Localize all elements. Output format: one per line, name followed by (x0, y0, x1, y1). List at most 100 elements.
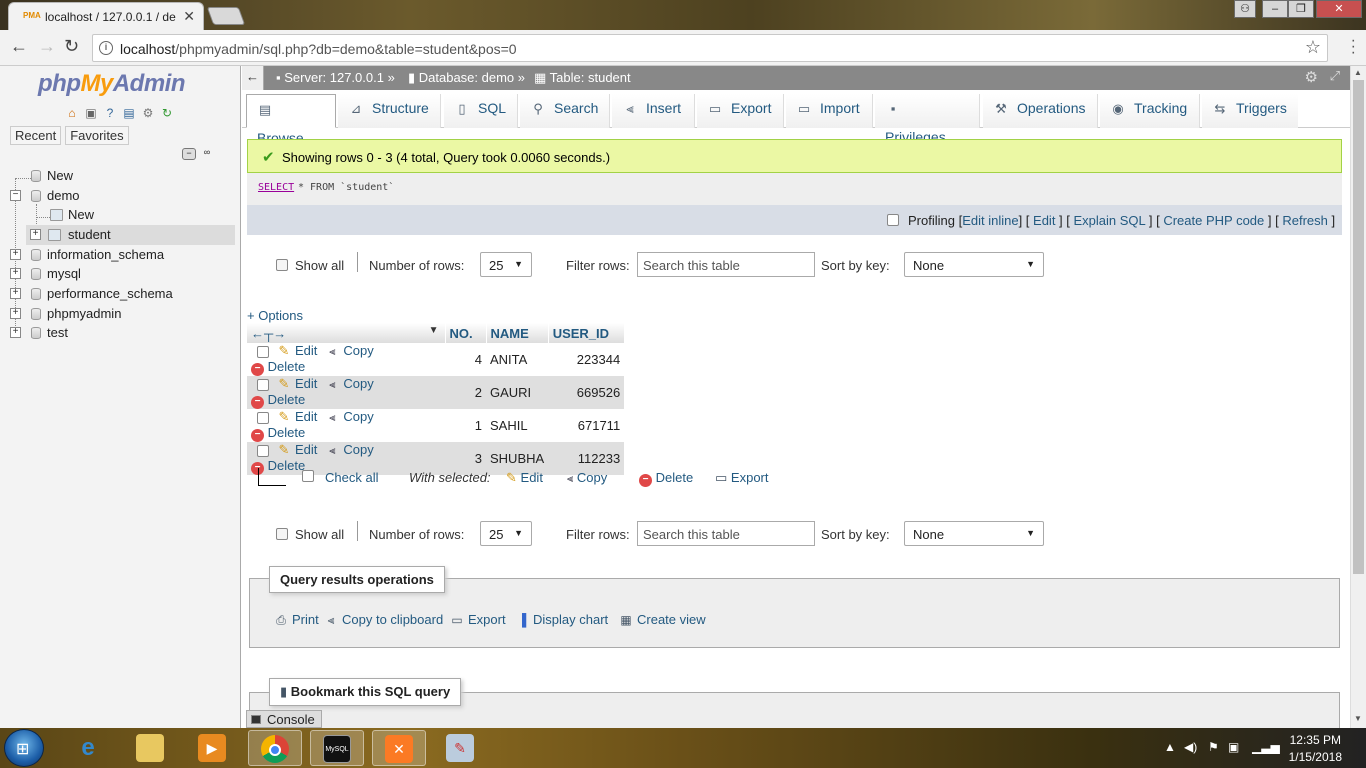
tab-browse[interactable]: ▤Browse (246, 94, 336, 146)
logout-icon[interactable]: ▣ (83, 106, 99, 120)
tab-import[interactable]: ▭ Import (786, 94, 873, 128)
taskbar-file-explorer[interactable] (124, 730, 178, 766)
tree-item-test[interactable]: + test (0, 323, 240, 343)
fullscreen-icon[interactable]: ⤢ (1330, 68, 1340, 84)
reload-nav-icon[interactable]: ↻ (159, 106, 175, 120)
scroll-up-icon[interactable]: ▲ (1354, 68, 1362, 77)
expand-icon[interactable]: + (10, 327, 21, 338)
expand-icon[interactable]: + (10, 308, 21, 319)
tree-item-new-database[interactable]: New (0, 166, 240, 186)
forward-arrow-icon[interactable]: → (38, 36, 56, 57)
explain-sql-link[interactable]: Explain SQL (1074, 213, 1146, 228)
row-checkbox[interactable] (257, 411, 269, 424)
copy-to-clipboard-link[interactable]: ⫷ Copy to clipboard (323, 612, 444, 628)
cell-user-id[interactable]: 223344 (548, 343, 625, 376)
close-tab-icon[interactable]: ✕ (183, 8, 195, 25)
reload-icon[interactable]: ↻ (64, 36, 79, 57)
cell-no[interactable]: 1 (445, 409, 486, 442)
network-icon[interactable]: ▣ (1228, 740, 1239, 754)
column-header-user-id[interactable]: USER_ID (548, 323, 625, 343)
page-scrollbar[interactable]: ▲ ▼ (1350, 66, 1366, 728)
row-delete-button[interactable]: − Delete (251, 392, 305, 409)
refresh-link[interactable]: Refresh (1282, 213, 1328, 228)
column-resize-arrows-icon[interactable]: ←┬→ (251, 326, 286, 341)
row-edit-button[interactable]: ✎ Edit (277, 409, 318, 424)
create-php-code-link[interactable]: Create PHP code (1163, 213, 1264, 228)
expand-icon[interactable]: + (10, 268, 21, 279)
edit-link[interactable]: Edit (1033, 213, 1055, 228)
show-hidden-icons-icon[interactable]: ▲ (1164, 740, 1176, 754)
start-button[interactable]: ⊞ (4, 729, 44, 767)
show-all-checkbox[interactable] (276, 528, 288, 540)
display-chart-link[interactable]: ▐ Display chart (514, 612, 608, 627)
tab-privileges[interactable]: ▪Privileges (875, 94, 980, 145)
tab-insert[interactable]: ⫷ Insert (612, 94, 695, 128)
back-arrow-icon[interactable]: ← (10, 36, 28, 57)
recent-tab[interactable]: Recent (10, 126, 62, 145)
row-checkbox[interactable] (257, 444, 269, 457)
browser-tab[interactable]: PMA localhost / 127.0.0.1 / de ✕ (8, 2, 204, 30)
breadcrumb-server[interactable]: ▪ Server: 127.0.0.1 » (276, 70, 395, 85)
create-view-link[interactable]: ▦ Create view (618, 612, 705, 627)
tab-structure[interactable]: ⊿ Structure (338, 94, 441, 128)
settings-gear-icon[interactable]: ⚙ (140, 106, 156, 120)
url-text[interactable]: localhost/phpmyadmin/sql.php?db=demo&tab… (120, 41, 517, 57)
bookmark-legend[interactable]: ▮ Bookmark this SQL query (269, 678, 462, 706)
tree-item-mysql[interactable]: + mysql (0, 264, 240, 284)
tab-export[interactable]: ▭ Export (697, 94, 784, 128)
cell-no[interactable]: 4 (445, 343, 486, 376)
row-edit-button[interactable]: ✎ Edit (277, 442, 318, 457)
column-header-no[interactable]: NO. (445, 323, 487, 343)
sort-dropdown-icon[interactable]: ▼ (429, 325, 439, 336)
row-copy-button[interactable]: ⫷ Copy (325, 442, 373, 457)
column-header-name[interactable]: NAME (486, 323, 549, 343)
sort-by-key-select[interactable]: None ▼ (904, 252, 1044, 277)
tree-item-phpmyadmin[interactable]: + phpmyadmin (0, 304, 240, 324)
info-icon[interactable]: i (99, 41, 113, 55)
cell-name[interactable]: ANITA (486, 343, 549, 376)
collapse-all-icon[interactable]: − (182, 148, 196, 160)
clock[interactable]: 12:35 PM 1/15/2018 (1289, 732, 1342, 766)
number-of-rows-select[interactable]: 25 ▼ (480, 252, 532, 277)
taskbar-internet-explorer[interactable]: e (62, 730, 116, 766)
cell-name[interactable]: SAHIL (486, 409, 549, 442)
bookmark-star-icon[interactable]: ☆ (1305, 37, 1321, 58)
taskbar-paint[interactable]: ✎ (434, 730, 488, 766)
tab-operations[interactable]: ⚒ Operations (983, 94, 1098, 128)
breadcrumb-database[interactable]: ▮ Database: demo » (408, 70, 525, 86)
chrome-menu-icon[interactable]: · · · (1351, 33, 1356, 61)
row-delete-button[interactable]: − Delete (251, 359, 305, 376)
tree-item-performance-schema[interactable]: + performance_schema (0, 284, 240, 304)
show-all-checkbox[interactable] (276, 259, 288, 271)
home-icon[interactable]: ⌂ (64, 106, 80, 120)
check-all-checkbox[interactable] (302, 470, 314, 482)
minimize-button[interactable]: – (1262, 0, 1288, 18)
row-edit-button[interactable]: ✎ Edit (277, 343, 318, 358)
tree-item-new-table[interactable]: New (0, 205, 240, 225)
user-icon[interactable]: ⚇ (1234, 0, 1256, 18)
help-icon[interactable]: ? (102, 106, 118, 120)
cell-user-id[interactable]: 671711 (548, 409, 625, 442)
row-edit-button[interactable]: ✎ Edit (277, 376, 318, 391)
cell-no[interactable]: 2 (445, 376, 486, 409)
row-copy-button[interactable]: ⫷ Copy (325, 376, 373, 391)
cell-name[interactable]: GAURI (486, 376, 549, 409)
close-window-button[interactable]: ✕ (1316, 0, 1362, 18)
phpmyadmin-logo[interactable]: phpMyAdmin (38, 70, 186, 98)
maximize-button[interactable]: ❐ (1288, 0, 1314, 18)
bulk-delete-button[interactable]: − Delete (639, 470, 693, 487)
tab-triggers[interactable]: ⇆ Triggers (1202, 94, 1298, 128)
tab-sql[interactable]: ▯ SQL (444, 94, 518, 128)
row-checkbox[interactable] (257, 345, 269, 358)
docs-icon[interactable]: ▤ (121, 106, 137, 120)
breadcrumb-table[interactable]: ▦ Table: student (534, 70, 631, 86)
collapse-nav-icon[interactable]: ← (242, 66, 264, 90)
scrollbar-thumb[interactable] (1353, 80, 1364, 574)
number-of-rows-select[interactable]: 25 ▼ (480, 521, 532, 546)
tab-tracking[interactable]: ◉ Tracking (1100, 94, 1200, 128)
taskbar-xampp[interactable]: ✕ (372, 730, 426, 766)
favorites-tab[interactable]: Favorites (65, 126, 129, 145)
action-center-flag-icon[interactable]: ⚑ (1208, 740, 1219, 754)
profiling-checkbox[interactable] (887, 214, 899, 226)
scroll-down-icon[interactable]: ▼ (1354, 714, 1362, 723)
